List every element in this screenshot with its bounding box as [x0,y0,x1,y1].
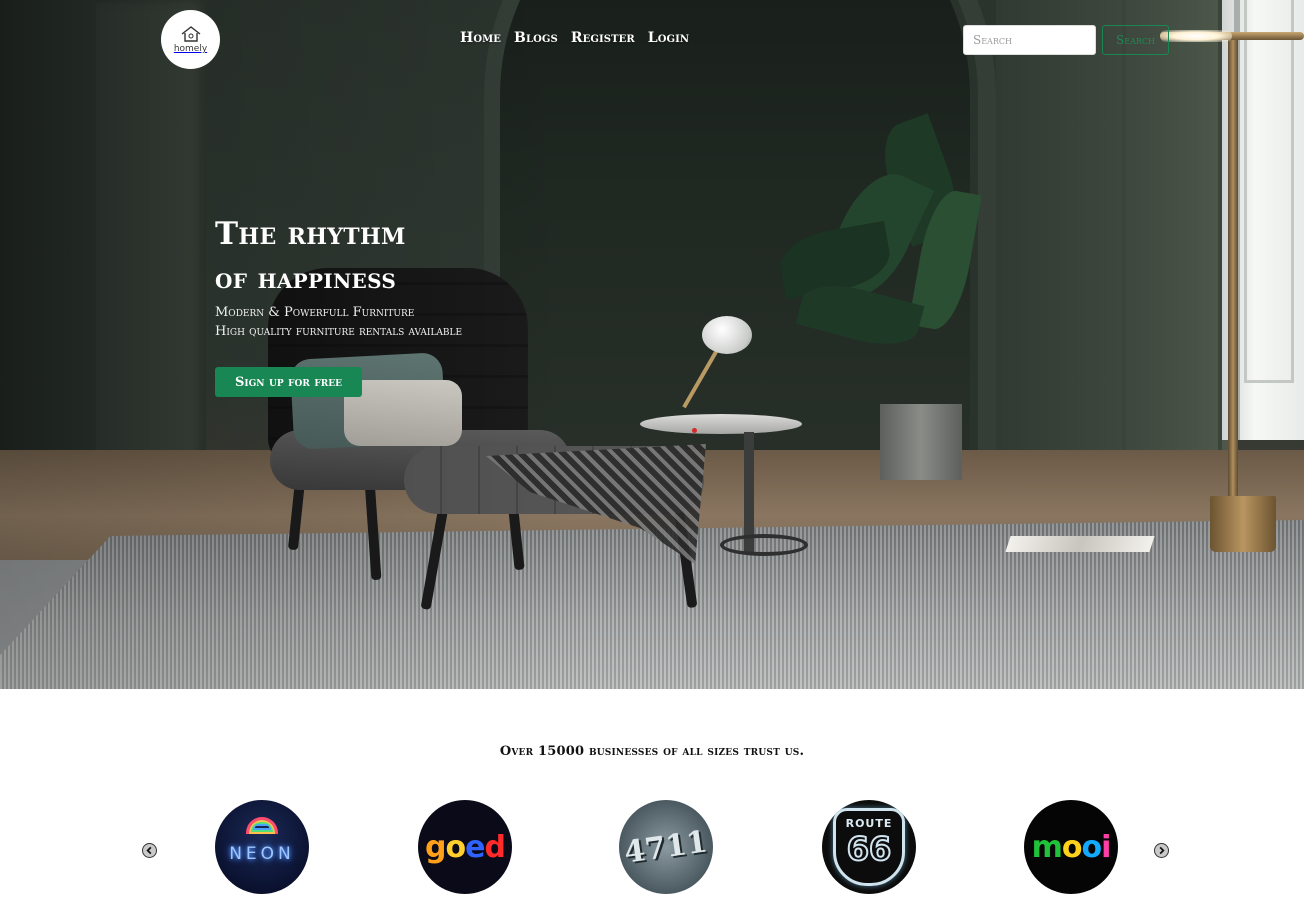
brand-logo-route-66[interactable]: ROUTE 66 [822,800,916,894]
main-nav: Home Blogs Register Login [460,30,689,46]
brand-logo-neon[interactable]: NEON [215,800,309,894]
chevron-left-icon [146,846,152,855]
brand-route-text: ROUTE [845,817,893,830]
logo[interactable]: homely [161,10,220,69]
rainbow-icon [246,817,278,834]
hero-title-line-1: The rhythm [215,216,406,252]
brand-logo-mooi[interactable]: mooi [1024,800,1118,894]
brand-mooi-text: mooi [1031,829,1112,865]
logo-text: homely [173,44,208,54]
route-66-shield-icon: ROUTE 66 [833,808,905,886]
chevron-right-icon [1159,846,1165,855]
nav-home[interactable]: Home [460,30,501,46]
nav-register[interactable]: Register [571,30,635,46]
hero-overlay [0,0,1304,689]
hero-section [0,0,1304,689]
house-icon [181,26,200,42]
brand-logo-goed[interactable]: goed [418,800,512,894]
carousel-prev-button[interactable] [142,843,157,858]
trust-heading: Over 15000 businesses of all sizes trust… [499,744,805,759]
search-input[interactable] [963,25,1096,55]
hero-subtitle-line-2: High quality furniture rentals available [215,324,463,339]
brand-goed-text: goed [425,829,506,865]
carousel-next-button[interactable] [1154,843,1169,858]
brand-logo-4711[interactable]: 4711 [619,800,713,894]
nav-blogs[interactable]: Blogs [514,30,558,46]
search-button[interactable]: Search [1102,25,1169,55]
hero-subtitle-line-1: Modern & Powerfull Furniture [215,305,415,320]
signup-button[interactable]: Sign up for free [215,367,362,397]
hero-title-line-2: of happiness [215,261,397,295]
brand-neon-text: NEON [229,844,295,864]
brand-4711-text: 4711 [622,823,710,871]
nav-login[interactable]: Login [648,30,689,46]
brand-route-number: 66 [846,829,893,869]
